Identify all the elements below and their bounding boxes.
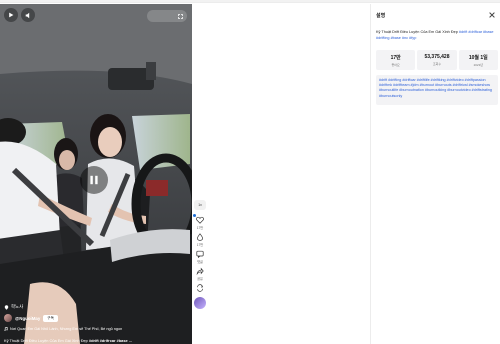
close-icon[interactable] bbox=[488, 11, 496, 19]
caption-tags: #drift #drifrcar #base ... bbox=[88, 338, 132, 343]
heart-icon bbox=[196, 216, 204, 224]
dislike-action[interactable]: 17만 bbox=[196, 233, 204, 247]
location-text: 학노사 bbox=[11, 304, 24, 309]
play-icon bbox=[9, 12, 14, 18]
stat-views: 53,375,428 조회수 bbox=[417, 50, 457, 70]
water-drop-icon bbox=[197, 233, 203, 241]
location-pin-icon bbox=[4, 304, 9, 310]
stat-likes: 17만 좋아요 bbox=[376, 50, 416, 70]
share-arrow-icon bbox=[196, 267, 204, 275]
description-text: Kỹ Thuật Drift Điều Luyện Của Em Gái Xin… bbox=[376, 30, 458, 34]
stat-label: 조회수 bbox=[432, 62, 442, 66]
page: 학노사 @NguoiMay 구독 Nơi Quan Em Gái Nhỏ Làn… bbox=[0, 0, 500, 344]
volume-icon bbox=[25, 12, 29, 18]
fullscreen-icon bbox=[178, 13, 183, 19]
video-caption[interactable]: Kỹ Thuật Drift Điều Luyện Của Em Gái Xin… bbox=[4, 338, 132, 343]
stat-value: 10월 1일 bbox=[468, 54, 488, 61]
author-avatar[interactable] bbox=[4, 314, 12, 322]
stat-date: 10월 1일 2023년 bbox=[458, 50, 498, 70]
like-label: 17만 bbox=[196, 243, 204, 247]
repeat-icon bbox=[197, 284, 204, 292]
panel-description: Kỹ Thuật Drift Điều Luyện Của Em Gái Xin… bbox=[376, 30, 498, 41]
like-action[interactable]: 17만 bbox=[196, 216, 204, 230]
music-note-icon bbox=[4, 327, 8, 331]
stat-value: 17만 bbox=[390, 54, 401, 61]
panel-title: 설명 bbox=[376, 13, 386, 19]
stat-label: 좋아요 bbox=[391, 62, 400, 67]
action-rail: 1x 17만 17만 댓글 공유 bbox=[193, 200, 207, 344]
music-title: Nơi Quan Em Gái Nhỏ Lành, Nhưng Em sẽ Th… bbox=[10, 327, 123, 331]
stat-label: 2023년 bbox=[473, 62, 484, 67]
play-button[interactable] bbox=[4, 8, 18, 22]
author-name[interactable]: @NguoiMay bbox=[15, 316, 40, 321]
stats-row: 17만 좋아요 53,375,428 조회수 10월 1일 2023년 bbox=[376, 50, 498, 70]
top-strip bbox=[0, 0, 500, 3]
caption-text: Kỹ Thuật Drift Điều Luyện Của Em Gái Xin… bbox=[4, 338, 88, 343]
share-label: 공유 bbox=[197, 277, 203, 281]
hashtag-box[interactable]: #drift #drifting #driftcar #driftlife #d… bbox=[376, 75, 498, 105]
author-row: @NguoiMay 구독 bbox=[4, 314, 58, 322]
description-panel: 설명 Kỹ Thuật Drift Điều Luyện Của Em Gái … bbox=[370, 4, 500, 344]
pause-overlay-button[interactable] bbox=[80, 166, 108, 194]
creator-avatar[interactable] bbox=[194, 297, 206, 309]
comment-icon bbox=[196, 250, 204, 258]
stat-value: 53,375,428 bbox=[424, 54, 450, 60]
comment-action[interactable]: 댓글 bbox=[196, 250, 204, 264]
follow-button[interactable]: 구독 bbox=[43, 314, 58, 322]
remix-action[interactable] bbox=[196, 284, 204, 292]
speed-button[interactable]: 1x bbox=[194, 200, 206, 210]
share-action[interactable]: 공유 bbox=[196, 267, 204, 281]
pause-icon bbox=[90, 175, 98, 185]
comment-label: 댓글 bbox=[197, 260, 203, 264]
music-row[interactable]: Nơi Quan Em Gái Nhỏ Lành, Nhưng Em sẽ Th… bbox=[4, 327, 122, 331]
volume-slider[interactable] bbox=[147, 10, 187, 22]
video-player[interactable]: 학노사 @NguoiMay 구독 Nơi Quan Em Gái Nhỏ Làn… bbox=[0, 4, 192, 344]
mute-button[interactable] bbox=[21, 8, 35, 22]
location-tag[interactable]: 학노사 bbox=[4, 302, 23, 312]
like-count: 17만 bbox=[196, 226, 204, 230]
